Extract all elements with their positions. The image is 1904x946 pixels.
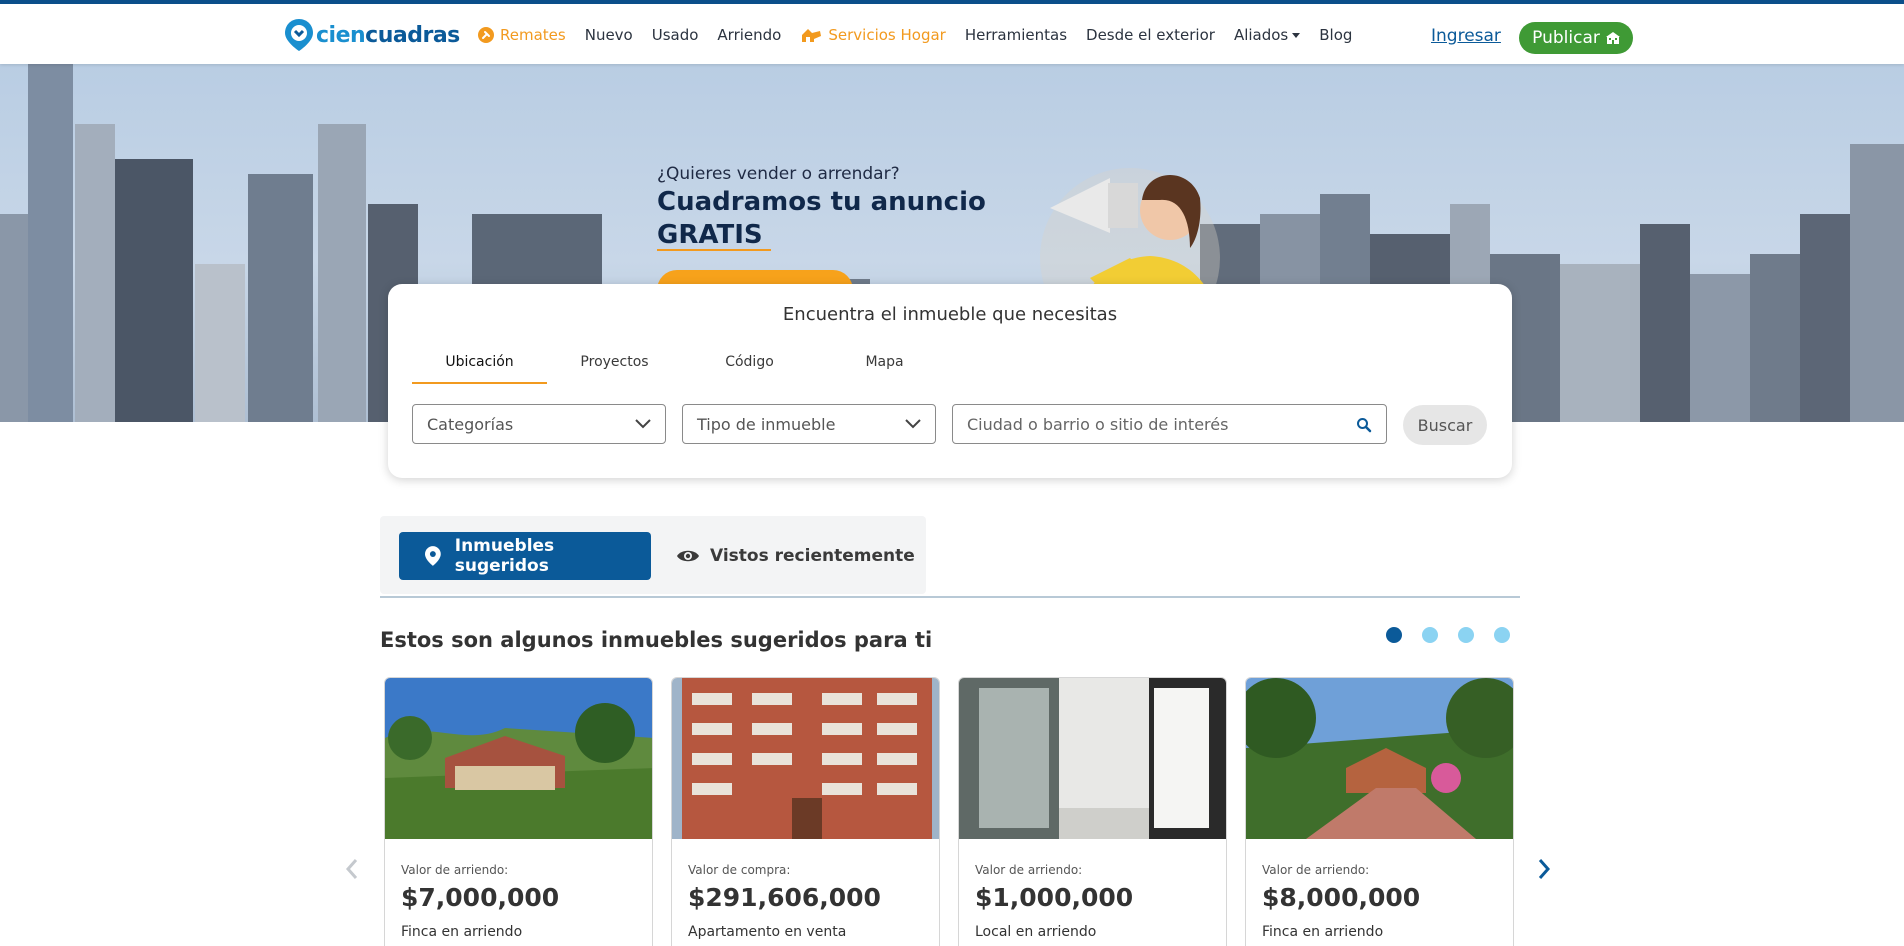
- property-photo: [385, 678, 652, 839]
- nav-label-servicios-hogar: Servicios Hogar: [828, 26, 946, 44]
- chevron-down-icon: [635, 419, 651, 429]
- section-divider: [380, 596, 1520, 598]
- price-value: $7,000,000: [401, 883, 560, 912]
- nav-label-nuevo: Nuevo: [584, 26, 633, 44]
- nav-item-remates[interactable]: Remates: [478, 26, 566, 44]
- price-value: $1,000,000: [975, 883, 1134, 912]
- main-nav: Remates Nuevo Usado Arriendo Servicios H…: [478, 26, 1371, 44]
- nav-item-nuevo[interactable]: Nuevo: [585, 26, 633, 44]
- carousel-prev-arrow-icon[interactable]: [344, 858, 360, 880]
- carousel-next-arrow-icon[interactable]: [1536, 858, 1552, 880]
- nav-item-aliados[interactable]: Aliados: [1233, 26, 1301, 44]
- carousel-dot-1[interactable]: [1386, 627, 1402, 643]
- nav-item-usado[interactable]: Usado: [652, 26, 699, 44]
- price-label: Valor de arriendo:: [1262, 863, 1370, 877]
- price-label: Valor de arriendo:: [401, 863, 509, 877]
- property-photo: [1246, 678, 1513, 839]
- property-search-card: Encuentra el inmueble que necesitas Ubic…: [388, 284, 1512, 478]
- logo-text-part2: cuadras: [365, 22, 460, 48]
- property-type-select-value: Tipo de inmueble: [697, 414, 836, 434]
- nav-item-blog[interactable]: Blog: [1319, 26, 1352, 44]
- nav-item-herramientas[interactable]: Herramientas: [965, 26, 1067, 44]
- property-photo: [672, 678, 939, 839]
- nav-label-blog: Blog: [1319, 26, 1353, 44]
- nav-item-servicios-hogar[interactable]: Servicios Hogar: [800, 26, 946, 44]
- suggested-heading: Estos son algunos inmuebles sugeridos pa…: [380, 628, 933, 652]
- eye-icon: [677, 550, 699, 562]
- location-search-placeholder: Ciudad o barrio o sitio de interés: [967, 414, 1229, 434]
- location-search-input[interactable]: Ciudad o barrio o sitio de interés: [952, 404, 1387, 444]
- category-select-value: Categorías: [427, 414, 514, 434]
- tab-ubicacion[interactable]: Ubicación: [412, 354, 547, 384]
- tab-recently-viewed-label: Vistos recientemente: [710, 546, 915, 566]
- hero-title-underline: [657, 249, 771, 251]
- nav-label-herramientas: Herramientas: [964, 26, 1068, 44]
- tab-proyectos[interactable]: Proyectos: [547, 354, 682, 384]
- search-icon[interactable]: [1356, 417, 1372, 433]
- price-label: Valor de compra:: [688, 863, 791, 877]
- category-select[interactable]: Categorías: [412, 404, 666, 444]
- carousel-dot-2[interactable]: [1422, 627, 1438, 643]
- tab-suggested-properties[interactable]: Inmuebles sugeridos: [399, 532, 651, 580]
- tab-codigo[interactable]: Código: [682, 354, 817, 384]
- tab-mapa[interactable]: Mapa: [817, 354, 952, 384]
- carousel-dot-4[interactable]: [1494, 627, 1510, 643]
- property-type: Apartamento en venta: [688, 924, 847, 940]
- property-type-select[interactable]: Tipo de inmueble: [682, 404, 936, 444]
- property-card[interactable]: Valor de arriendo: $7,000,000 Finca en a…: [384, 677, 653, 946]
- caret-down-icon: [1292, 32, 1301, 38]
- building-icon: [1605, 32, 1620, 44]
- hero-subtitle: ¿Quieres vender o arrendar?: [657, 164, 900, 184]
- property-type: Finca en arriendo: [401, 924, 523, 940]
- nav-item-arriendo[interactable]: Arriendo: [717, 26, 781, 44]
- ciencuadras-logo[interactable]: ciencuadras: [284, 18, 460, 52]
- location-marker-icon: [425, 546, 441, 566]
- login-link[interactable]: Ingresar: [1431, 26, 1501, 46]
- hero-title: Cuadramos tu anuncio GRATIS: [657, 187, 986, 250]
- home-services-icon: [802, 29, 822, 42]
- property-card[interactable]: Valor de arriendo: $1,000,000 Local en a…: [958, 677, 1227, 946]
- nav-label-usado: Usado: [651, 26, 699, 44]
- price-value: $8,000,000: [1262, 883, 1421, 912]
- property-cards-carousel: Valor de arriendo: $7,000,000 Finca en a…: [384, 677, 1532, 946]
- price-value: $291,606,000: [688, 883, 881, 912]
- property-type: Local en arriendo: [975, 924, 1097, 940]
- tab-suggested-label: Inmuebles sugeridos: [454, 536, 555, 576]
- auction-badge-icon: [478, 27, 494, 43]
- search-card-title: Encuentra el inmueble que necesitas: [782, 304, 1118, 325]
- nav-label-arriendo: Arriendo: [717, 26, 782, 44]
- nav-label-remates: Remates: [500, 26, 566, 44]
- logo-text-part1: cien: [316, 22, 366, 48]
- nav-label-desde-el-exterior: Desde el exterior: [1086, 26, 1215, 44]
- price-label: Valor de arriendo:: [975, 863, 1083, 877]
- publish-button[interactable]: Publicar: [1519, 22, 1633, 54]
- carousel-pagination: [1386, 627, 1530, 643]
- tab-recently-viewed[interactable]: Vistos recientemente: [676, 532, 915, 580]
- property-photo: [959, 678, 1226, 839]
- carousel-dot-3[interactable]: [1458, 627, 1474, 643]
- nav-item-desde-el-exterior[interactable]: Desde el exterior: [1086, 26, 1215, 44]
- chevron-down-icon: [905, 419, 921, 429]
- logo-text: ciencuadras: [316, 23, 460, 48]
- property-type: Finca en arriendo: [1262, 924, 1384, 940]
- property-card[interactable]: Valor de compra: $291,606,000 Apartament…: [671, 677, 940, 946]
- search-button[interactable]: Buscar: [1403, 405, 1487, 445]
- top-navbar: ciencuadras Remates Nuevo Usado Arriendo…: [0, 0, 1904, 64]
- location-pin-logo-icon: [285, 19, 313, 51]
- search-tabs: Ubicación Proyectos Código Mapa: [412, 354, 952, 384]
- publish-button-label: Publicar: [1532, 28, 1600, 48]
- property-card[interactable]: Valor de arriendo: $8,000,000 Finca en a…: [1245, 677, 1514, 946]
- nav-label-aliados: Aliados: [1233, 26, 1289, 44]
